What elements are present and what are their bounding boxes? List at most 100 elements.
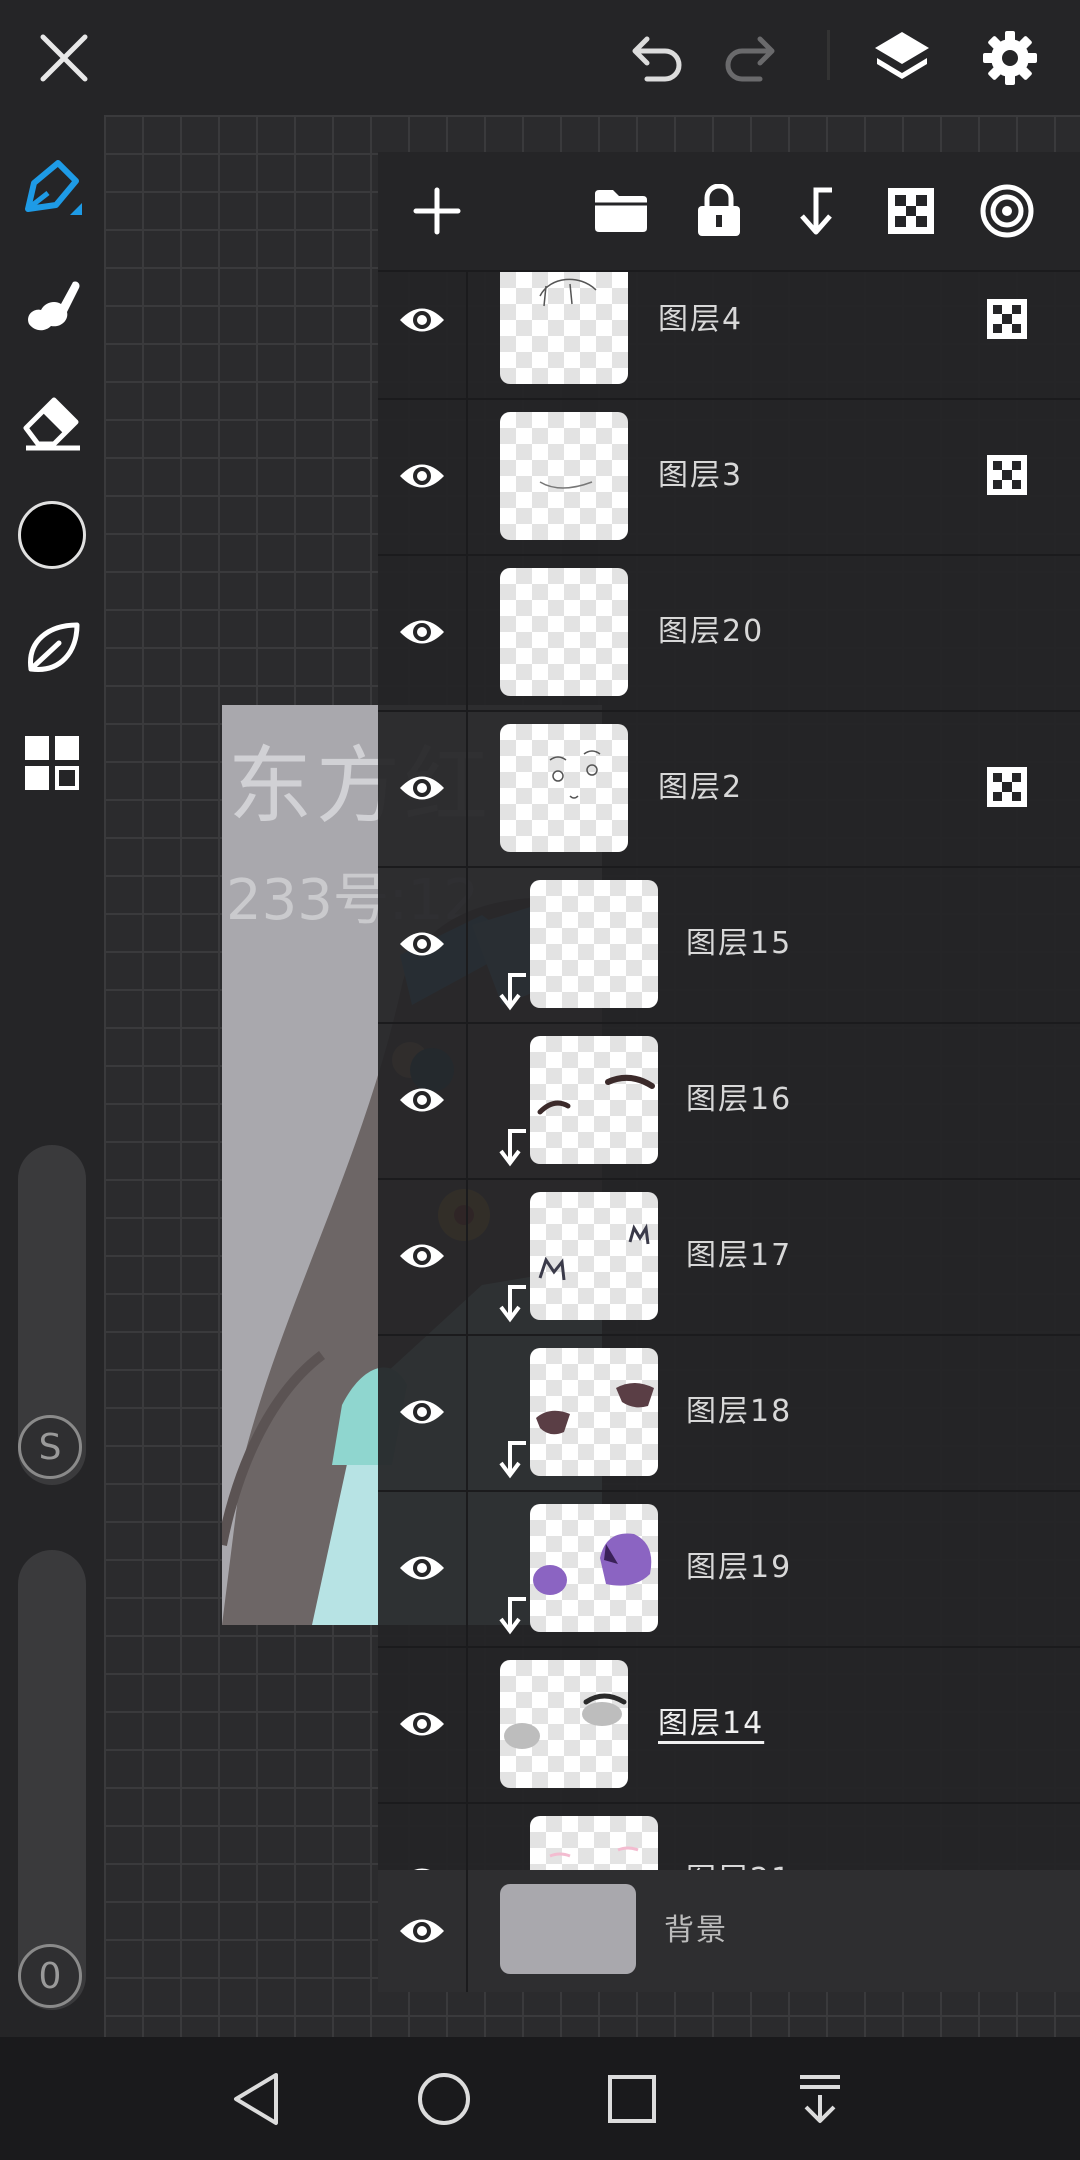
layer-name: 图层20	[658, 614, 765, 649]
left-toolbar: S 0	[0, 115, 104, 2037]
layer-row[interactable]: 图层2	[378, 710, 1080, 868]
background-layer-name: 背景	[664, 1913, 728, 1948]
layer-name: 图层18	[686, 1394, 793, 1429]
opacity-slider-knob[interactable]: 0	[18, 1944, 82, 2008]
dropdown-icon[interactable]	[778, 2057, 862, 2141]
clipping-arrow-icon	[499, 1129, 526, 1167]
eye-icon	[400, 776, 444, 800]
visibility-toggle[interactable]	[378, 710, 468, 866]
close-icon[interactable]	[24, 18, 104, 98]
alpha-lock-indicator-icon	[987, 299, 1027, 339]
eye-icon	[400, 932, 444, 956]
layer-name: 图层3	[658, 458, 744, 493]
recents-icon[interactable]	[590, 2057, 674, 2141]
alpha-lock-indicator-icon	[987, 455, 1027, 495]
visibility-toggle[interactable]	[378, 1490, 468, 1646]
eye-icon	[400, 1919, 444, 1943]
clipping-arrow-icon	[499, 1285, 526, 1323]
layer-row[interactable]: 图层21	[378, 1802, 1080, 1870]
opacity-slider[interactable]: 0	[18, 1550, 86, 2010]
undo-icon[interactable]	[615, 18, 695, 98]
layer-row[interactable]: 图层4	[378, 272, 1080, 400]
clipping-arrow-icon	[499, 973, 526, 1011]
visibility-toggle[interactable]	[378, 1646, 468, 1802]
eraser-icon[interactable]	[12, 382, 92, 462]
eye-icon	[400, 1244, 444, 1268]
eye-icon	[414, 1868, 430, 1870]
layer-thumbnail	[500, 724, 628, 852]
clipping-arrow-icon	[499, 1441, 526, 1479]
layers-list[interactable]: 图层4 图层3 图层20 图层2 图层15 图层16 图层17 图层18 图层1…	[378, 272, 1080, 1870]
layer-thumbnail	[530, 1036, 658, 1164]
layer-name: 图层15	[686, 926, 793, 961]
visibility-toggle[interactable]	[378, 272, 468, 398]
eye-icon	[400, 1712, 444, 1736]
redo-icon[interactable]	[712, 18, 792, 98]
pen-tool-icon[interactable]	[12, 149, 92, 229]
layer-row[interactable]: 图层15	[378, 866, 1080, 1024]
layer-name: 图层21	[686, 1802, 792, 1870]
home-icon[interactable]	[402, 2057, 486, 2141]
back-icon[interactable]	[214, 2057, 298, 2141]
layer-row[interactable]: 图层3	[378, 398, 1080, 556]
color-swatch[interactable]	[12, 495, 92, 575]
eye-icon	[400, 620, 444, 644]
eye-icon	[400, 1400, 444, 1424]
settings-icon[interactable]	[970, 18, 1050, 98]
layer-row[interactable]: 图层20	[378, 554, 1080, 712]
layer-name-selected: 图层14	[658, 1706, 765, 1741]
toolbar-divider	[827, 30, 830, 80]
alpha-lock-indicator-icon	[987, 767, 1027, 807]
layer-thumbnail	[530, 1816, 658, 1870]
eye-icon	[400, 1088, 444, 1112]
visibility-toggle[interactable]	[378, 1802, 468, 1870]
alpha-lock-icon[interactable]	[872, 172, 950, 250]
layers-panel-toolbar	[378, 152, 1080, 272]
add-layer-icon[interactable]	[398, 172, 476, 250]
layer-name: 图层4	[658, 302, 744, 337]
eye-icon	[400, 1556, 444, 1580]
layer-row[interactable]: 图层14	[378, 1646, 1080, 1804]
gallery-icon[interactable]	[12, 723, 92, 803]
visibility-toggle[interactable]	[378, 1022, 468, 1178]
visibility-toggle[interactable]	[378, 1334, 468, 1490]
layer-row[interactable]: 图层17	[378, 1178, 1080, 1336]
smudge-icon[interactable]	[12, 265, 92, 345]
folder-icon[interactable]	[582, 172, 660, 250]
layer-thumbnail	[500, 412, 628, 540]
blend-icon[interactable]	[968, 172, 1046, 250]
layer-name: 图层16	[686, 1082, 793, 1117]
layer-name: 图层17	[686, 1238, 793, 1273]
visibility-toggle[interactable]	[378, 554, 468, 710]
layer-row[interactable]: 图层19	[378, 1490, 1080, 1648]
eye-icon	[400, 308, 444, 332]
background-layer-row[interactable]: 背景	[378, 1870, 1080, 1992]
system-nav-bar	[0, 2037, 1080, 2160]
background-color-swatch	[500, 1884, 636, 1974]
layer-name: 图层2	[658, 770, 744, 805]
layers-icon[interactable]	[862, 18, 942, 98]
clipping-arrow-icon	[499, 1597, 526, 1635]
layer-thumbnail	[500, 568, 628, 696]
layer-thumbnail	[500, 272, 628, 384]
layer-thumbnail	[500, 1660, 628, 1788]
visibility-toggle[interactable]	[378, 398, 468, 554]
visibility-toggle[interactable]	[378, 1178, 468, 1334]
visibility-toggle[interactable]	[378, 866, 468, 1022]
lock-icon[interactable]	[680, 172, 758, 250]
size-slider-knob[interactable]: S	[18, 1415, 82, 1479]
layer-thumbnail	[530, 1504, 658, 1632]
layer-row[interactable]: 图层16	[378, 1022, 1080, 1180]
layers-panel: 图层4 图层3 图层20 图层2 图层15 图层16 图层17 图层18 图层1…	[378, 152, 1080, 1992]
layer-name: 图层19	[686, 1550, 793, 1585]
visibility-toggle[interactable]	[378, 1870, 468, 1992]
layer-thumbnail	[530, 1192, 658, 1320]
brush-size-slider[interactable]: S	[18, 1145, 86, 1485]
eye-icon	[400, 464, 444, 488]
layer-thumbnail	[530, 880, 658, 1008]
top-bar	[0, 0, 1080, 115]
clip-icon[interactable]	[776, 172, 854, 250]
layer-row[interactable]: 图层18	[378, 1334, 1080, 1492]
leaf-icon[interactable]	[12, 608, 92, 688]
layer-thumbnail	[530, 1348, 658, 1476]
